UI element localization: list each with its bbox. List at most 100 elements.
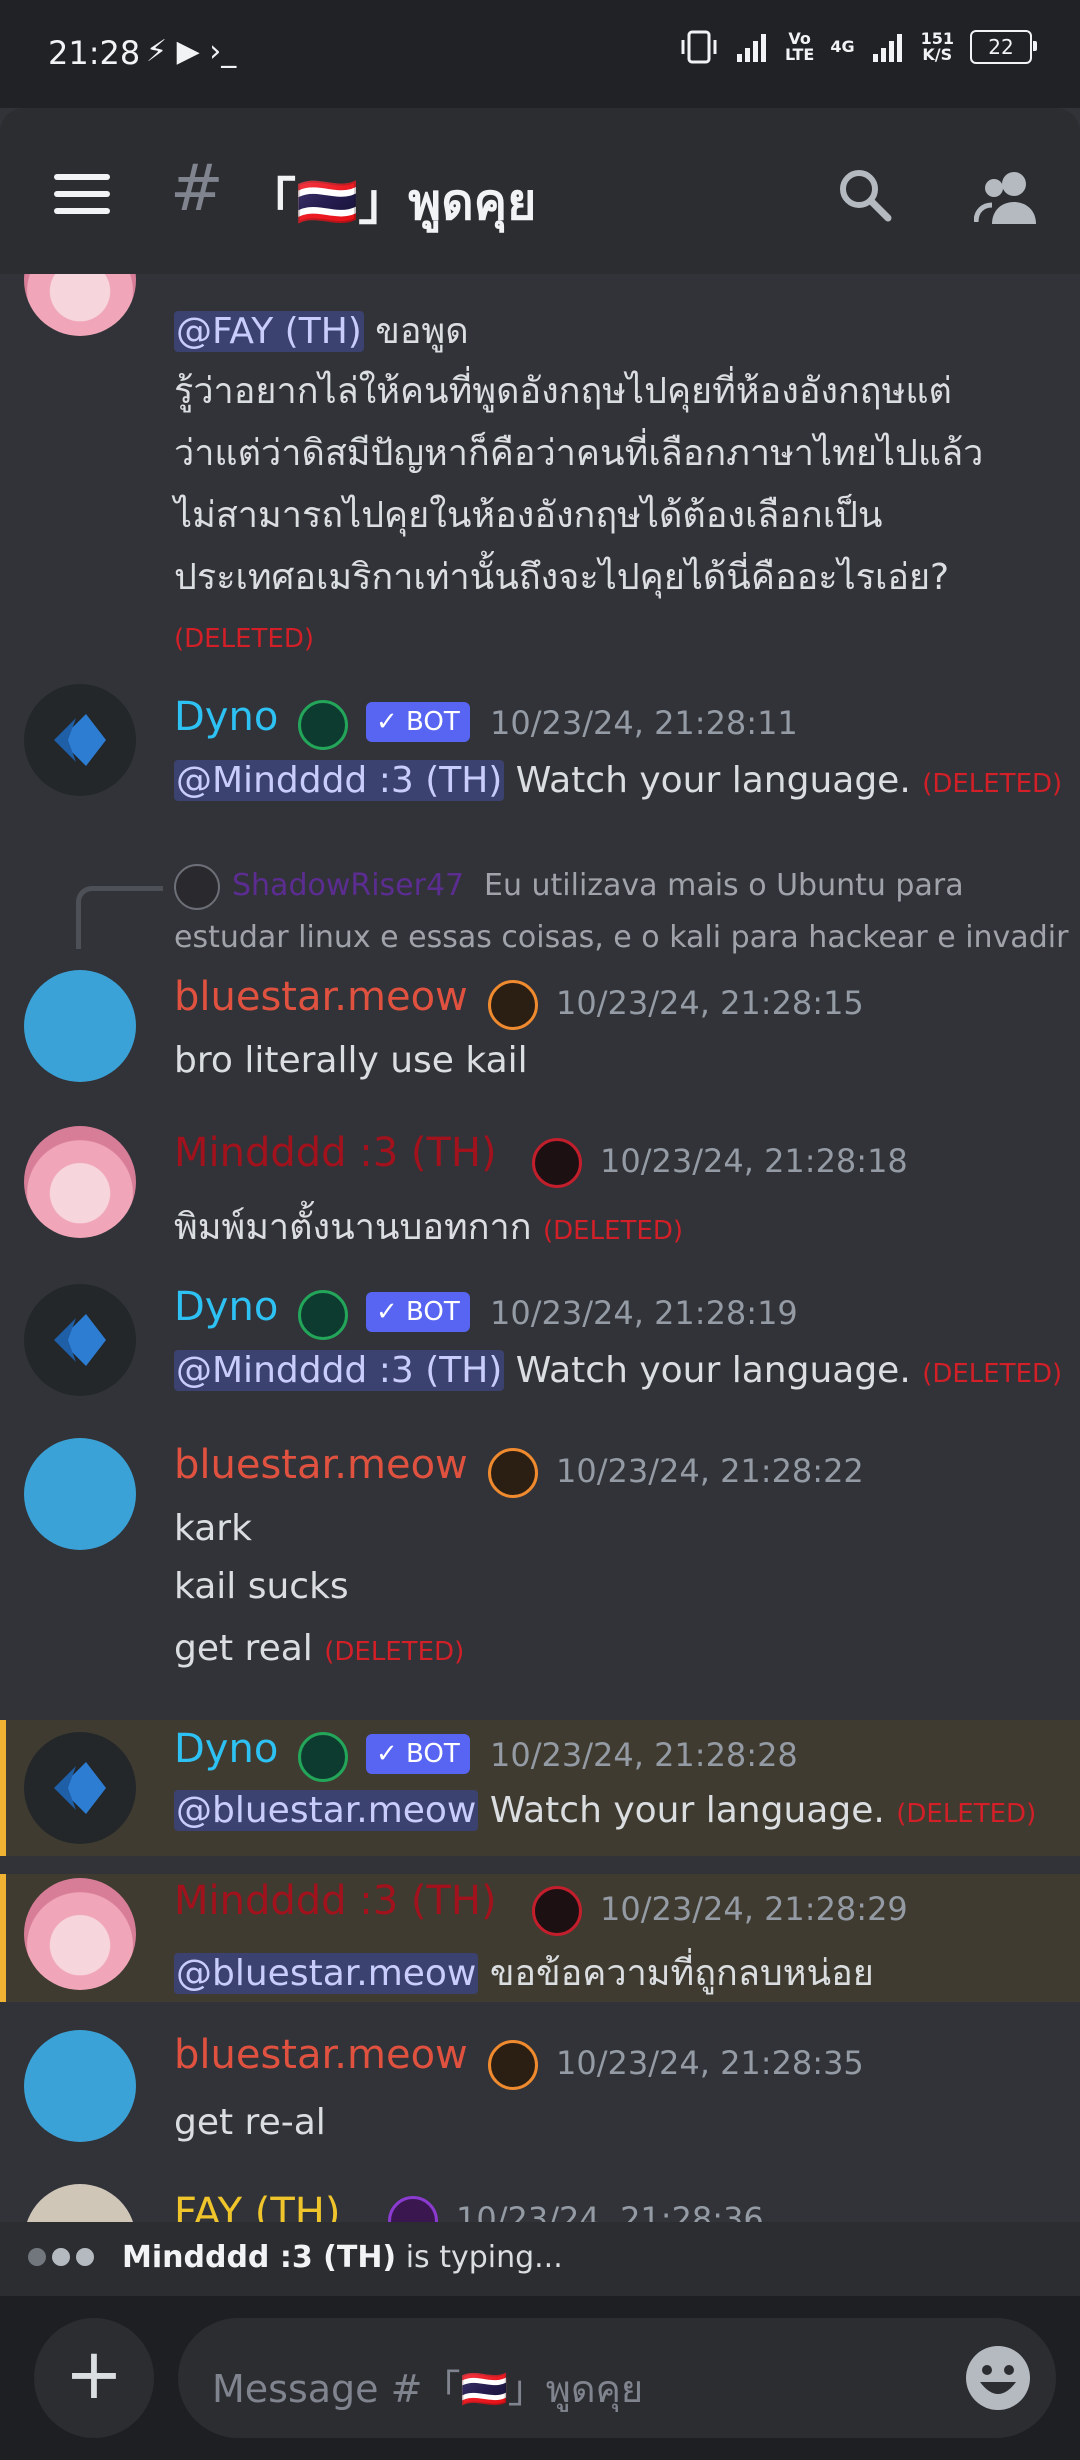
deleted-tag: (DELETED): [922, 769, 1063, 799]
timestamp: 10/23/24, 21:28:15: [556, 984, 864, 1022]
dyno-logo-icon: [54, 1762, 106, 1814]
avatar[interactable]: [24, 1732, 136, 1844]
role-icon[interactable]: [388, 2196, 438, 2222]
signal-icon-2: [872, 34, 902, 62]
role-icon[interactable]: [488, 2040, 538, 2090]
message-highlighted: Mindddd :3 (TH) 10/23/24, 21:28:29 @blue…: [0, 1874, 1080, 2002]
user-mention[interactable]: @bluestar.meow: [174, 1790, 479, 1831]
deleted-tag: (DELETED): [922, 1359, 1063, 1389]
avatar[interactable]: [24, 970, 136, 1082]
role-icon[interactable]: [298, 1290, 348, 1340]
message: Dyno ✓ BOT 10/23/24, 21:28:19 @Mindddd :…: [0, 1274, 1080, 1414]
dyno-logo-icon: [54, 1314, 106, 1366]
reply-connector: [76, 886, 163, 949]
timestamp: 10/23/24, 21:28:28: [490, 1736, 798, 1774]
username[interactable]: bluestar.meow: [174, 1442, 468, 1488]
avatar[interactable]: [24, 1438, 136, 1550]
members-icon[interactable]: [974, 166, 1040, 226]
role-icon[interactable]: [488, 980, 538, 1030]
deleted-tag: (DELETED): [896, 1799, 1037, 1829]
timestamp: 10/23/24, 21:28:19: [490, 1294, 798, 1332]
deleted-tag: (DELETED): [174, 624, 314, 654]
timestamp: 10/23/24, 21:28:22: [556, 1452, 864, 1490]
message-content: @bluestar.meow ขอข้อความที่ถูกลบหน่อย: [174, 1953, 874, 1994]
message: @FAY (TH) ขอพูด รู้ว่าอยากไล่ให้คนที่พูด…: [0, 274, 1080, 654]
message: Dyno ✓ BOT 10/23/24, 21:28:11 @Mindddd :…: [0, 684, 1080, 824]
avatar[interactable]: [24, 2184, 136, 2222]
role-icon[interactable]: [298, 1732, 348, 1782]
search-icon[interactable]: [836, 166, 892, 222]
message-content: ประเทศอเมริกาเท่านั้นถึงจะไปคุยได้นี่คือ…: [174, 557, 950, 598]
message-list[interactable]: @FAY (TH) ขอพูด รู้ว่าอยากไล่ให้คนที่พูด…: [0, 274, 1080, 2222]
bot-badge: ✓ BOT: [366, 1292, 470, 1332]
user-mention[interactable]: @bluestar.meow: [174, 1953, 479, 1994]
avatar[interactable]: [24, 274, 136, 336]
reply-author[interactable]: ShadowRiser47: [232, 868, 464, 903]
message-content: พิมพ์มาตั้งนานบอทกาก (DELETED): [174, 1207, 683, 1248]
add-attachment-button[interactable]: +: [34, 2318, 154, 2438]
message-content: bro literally use kail: [174, 1040, 528, 1081]
message-placeholder: Message #「🇹🇭」พูดคุย: [212, 2367, 644, 2411]
deleted-tag: (DELETED): [543, 1216, 683, 1246]
status-bar: 21:28 ⚡ ▶ ›_ Vo LTE 4G 151 K/S 22: [0, 0, 1080, 108]
channel-title[interactable]: 「🇹🇭」พูดคุย: [246, 162, 536, 242]
signal-icon: [736, 34, 766, 62]
username[interactable]: Mindddd :3 (TH): [174, 1878, 497, 1924]
message-content: @bluestar.meow Watch your language. (DEL…: [174, 1790, 1037, 1831]
reply-preview[interactable]: Eu utilizava mais o Ubuntu para: [484, 868, 964, 903]
message: bluestar.meow 10/23/24, 21:28:15 bro lit…: [0, 970, 1080, 1110]
timestamp: 10/23/24, 21:28:36: [456, 2200, 764, 2222]
battery-icon: 22: [970, 30, 1037, 64]
username[interactable]: Dyno: [174, 1284, 278, 1330]
vibrate-icon: [681, 30, 717, 64]
role-icon[interactable]: [532, 1886, 582, 1936]
message-highlighted: Dyno ✓ BOT 10/23/24, 21:28:28 @bluestar.…: [0, 1720, 1080, 1856]
user-mention[interactable]: @FAY (TH): [174, 311, 364, 352]
message-content: get re-al: [174, 2102, 326, 2143]
network-speed: 151 K/S: [920, 29, 954, 64]
message-content: @Mindddd :3 (TH) Watch your language. (D…: [174, 760, 1063, 801]
user-mention[interactable]: @Mindddd :3 (TH): [174, 1350, 505, 1391]
role-icon[interactable]: [532, 1138, 582, 1188]
reply-avatar[interactable]: [174, 864, 220, 910]
emoji-icon[interactable]: [964, 2344, 1032, 2412]
message: FAY (TH) 10/23/24, 21:28:36: [0, 2184, 1080, 2222]
menu-icon[interactable]: [54, 174, 110, 214]
username[interactable]: Mindddd :3 (TH): [174, 1130, 497, 1176]
message-content: get real (DELETED): [174, 1628, 465, 1669]
deleted-tag: (DELETED): [324, 1637, 465, 1667]
username[interactable]: Dyno: [174, 1726, 278, 1772]
channel-header: # 「🇹🇭」พูดคุย: [0, 108, 1080, 274]
message-composer: + Message #「🇹🇭」พูดคุย: [0, 2296, 1080, 2460]
message-content: รู้ว่าอยากไล่ให้คนที่พูดอังกฤษไปคุยที่ห้…: [174, 371, 952, 412]
avatar[interactable]: [24, 1284, 136, 1396]
user-mention[interactable]: @Mindddd :3 (TH): [174, 760, 505, 801]
message-input[interactable]: Message #「🇹🇭」พูดคุย: [178, 2318, 1056, 2438]
role-icon[interactable]: [298, 700, 348, 750]
clock: 21:28: [48, 34, 141, 72]
typing-user: Mindddd :3 (TH): [122, 2240, 397, 2275]
reply-preview[interactable]: estudar linux e essas coisas, e o kali p…: [174, 920, 1068, 955]
message-content: @FAY (TH) ขอพูด: [174, 311, 469, 352]
username[interactable]: FAY (TH): [174, 2190, 340, 2222]
avatar[interactable]: [24, 2030, 136, 2142]
message-content: @Mindddd :3 (TH) Watch your language. (D…: [174, 1350, 1063, 1391]
network-type: 4G: [830, 37, 855, 56]
timestamp: 10/23/24, 21:28:35: [556, 2044, 864, 2082]
timestamp: 10/23/24, 21:28:11: [490, 704, 798, 742]
role-icon[interactable]: [488, 1448, 538, 1498]
bot-badge: ✓ BOT: [366, 1734, 470, 1774]
avatar[interactable]: [24, 1126, 136, 1238]
message: bluestar.meow 10/23/24, 21:28:22 kark ka…: [0, 1438, 1080, 1688]
avatar[interactable]: [24, 684, 136, 796]
username[interactable]: Dyno: [174, 694, 278, 740]
bot-badge: ✓ BOT: [366, 702, 470, 742]
username[interactable]: bluestar.meow: [174, 2032, 468, 2078]
avatar[interactable]: [24, 1878, 136, 1990]
notification-icons: ⚡ ▶ ›_: [146, 34, 237, 69]
username[interactable]: bluestar.meow: [174, 974, 468, 1020]
message-content: kail sucks: [174, 1566, 349, 1607]
message: bluestar.meow 10/23/24, 21:28:35 get re-…: [0, 2030, 1080, 2160]
message-content: ว่าแต่ว่าดิสมีปัญหาก็คือว่าคนที่เลือกภาษ…: [174, 433, 984, 474]
timestamp: 10/23/24, 21:28:18: [600, 1142, 908, 1180]
